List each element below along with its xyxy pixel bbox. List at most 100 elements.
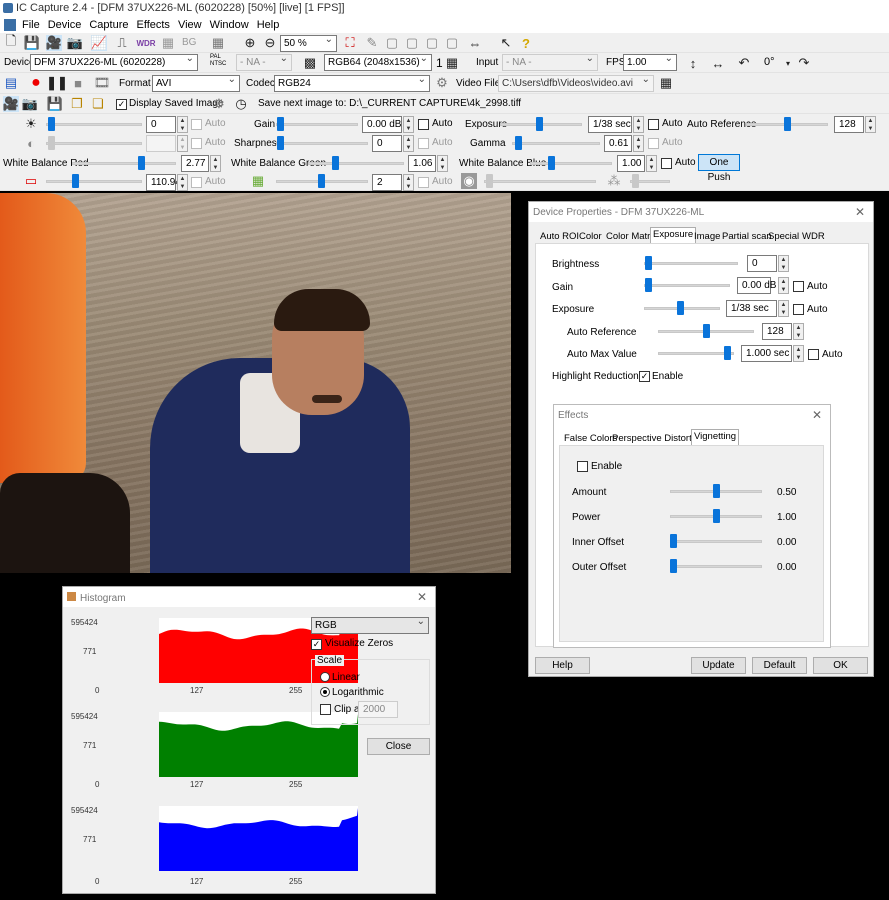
gamma-spin[interactable]: ▲ ▼ (633, 135, 644, 152)
wdr-icon[interactable]: WDR (136, 35, 155, 51)
wb-green-slider[interactable] (308, 154, 404, 172)
wb-auto-checkbox[interactable] (661, 158, 672, 169)
dp-auto-reference-slider[interactable] (658, 322, 754, 340)
histogram-close-button[interactable]: Close (367, 738, 430, 755)
dp-gain-spin[interactable]: ▲ ▼ (778, 277, 789, 294)
dp-auto-reference-spin[interactable]: ▲ ▼ (793, 323, 804, 340)
bg-label[interactable]: BG (182, 37, 196, 48)
saturation-auto-checkbox[interactable] (418, 177, 429, 188)
device-select[interactable]: DFM 37UX226-ML (6020228) (30, 54, 198, 71)
wb-red-value[interactable]: 2.77 (181, 155, 209, 172)
zoom-select[interactable]: 50 % (280, 35, 337, 52)
wb-green-value[interactable]: 1.06 (408, 155, 436, 172)
wb-blue-value[interactable]: 1.00 (617, 155, 645, 172)
live-camera-icon[interactable]: 🎥 (46, 35, 62, 51)
wb-red-spin[interactable]: ▲ ▼ (210, 155, 221, 172)
zoom-in-icon[interactable]: ⊕ (242, 35, 258, 51)
menu-file[interactable]: File (18, 19, 44, 31)
ok-button[interactable]: OK (813, 657, 868, 674)
film-settings-icon[interactable]: 🎞 (94, 75, 111, 91)
clip-value[interactable]: 2000 (358, 701, 398, 718)
gain-slider[interactable] (276, 115, 358, 133)
exposure-value[interactable]: 1/38 sec (588, 116, 632, 133)
snap-camera-icon[interactable]: 📷 (22, 96, 38, 112)
trigger-icon[interactable]: ⎍ (114, 35, 130, 51)
dp-exposure-auto-checkbox[interactable] (793, 304, 804, 315)
vignetting-row-slider[interactable] (670, 532, 762, 550)
linear-radio[interactable] (320, 672, 330, 682)
hue-spin[interactable]: ▲ ▼ (177, 174, 188, 191)
dp-exposure-spin[interactable]: ▲ ▼ (778, 300, 789, 317)
wb-green-spin[interactable]: ▲ ▼ (437, 155, 448, 172)
tab-special[interactable]: Special (765, 229, 802, 243)
sharpness-value[interactable]: 0 (372, 135, 402, 152)
auto-reference-spin[interactable]: ▲ ▼ (865, 116, 876, 133)
help-cursor-icon[interactable]: ↖ (498, 35, 514, 51)
record-icon[interactable]: ● (28, 74, 44, 91)
sharpness-spin[interactable]: ▲ ▼ (403, 135, 414, 152)
input-select[interactable]: - NA - (502, 54, 598, 71)
saturation-spin[interactable]: ▲ ▼ (403, 174, 414, 191)
dp-auto-max-spin[interactable]: ▲ ▼ (793, 345, 804, 362)
gamma-auto-checkbox[interactable] (648, 138, 659, 149)
brightness-spin[interactable]: ▲ ▼ (177, 116, 188, 133)
rotate-left-icon[interactable]: ↶ (736, 55, 752, 71)
copy-image-icon[interactable]: ❐ (69, 96, 85, 112)
menu-capture[interactable]: Capture (85, 19, 132, 31)
histogram-close-icon[interactable]: ✕ (417, 590, 427, 604)
brightness-slider[interactable] (46, 115, 142, 133)
menu-window[interactable]: Window (206, 19, 253, 31)
auto-reference-value[interactable]: 128 (834, 116, 864, 133)
codec-settings-icon[interactable]: ⚙ (434, 75, 450, 91)
wb-blue-slider[interactable] (530, 154, 612, 172)
capture-settings-icon[interactable]: ▤ (3, 75, 19, 91)
contrast-value[interactable] (146, 135, 176, 152)
dp-gain-value[interactable]: 0.00 dB (737, 277, 776, 294)
roi2-icon[interactable]: ▢ (404, 35, 420, 51)
wb-red-slider[interactable] (72, 154, 176, 172)
flip-vertical-icon[interactable]: ↕ (685, 55, 701, 71)
logarithmic-radio[interactable] (320, 687, 330, 697)
menu-effects[interactable]: Effects (133, 19, 174, 31)
browse-file-icon[interactable]: ▦ (658, 75, 674, 91)
brightness-value[interactable]: 0 (146, 116, 176, 133)
dp-brightness-slider[interactable] (644, 254, 738, 272)
video-format-select[interactable]: RGB64 (2048x1536) (324, 54, 432, 71)
rotation-dropdown-icon[interactable]: ▾ (780, 55, 796, 71)
grid-icon[interactable]: ▦ (444, 55, 460, 71)
dp-exposure-slider[interactable] (644, 299, 720, 317)
video-file-field[interactable]: C:\Users\dfb\Videos\video.avi (498, 75, 654, 92)
stop-icon[interactable]: ■ (70, 75, 86, 91)
vignetting-row-slider[interactable] (670, 507, 762, 525)
snapshot-camera-icon[interactable]: 📷 (67, 35, 83, 51)
hue-auto-checkbox[interactable] (191, 177, 202, 188)
help-button[interactable]: Help (535, 657, 590, 674)
roi4-icon[interactable]: ▢ (444, 35, 460, 51)
rotation-value[interactable]: 0° (764, 56, 775, 68)
one-push-button[interactable]: One Push (698, 154, 740, 183)
live-camera-icon-2[interactable]: 🎥 (3, 96, 19, 112)
dp-highlight-enable-checkbox[interactable]: ✓ (639, 371, 650, 382)
video-format-icon[interactable]: ▩ (302, 55, 318, 71)
gamma-slider[interactable] (512, 134, 600, 152)
dp-auto-reference-value[interactable]: 128 (762, 323, 792, 340)
dp-auto-max-auto-checkbox[interactable] (808, 349, 819, 360)
codec-select[interactable]: RGB24 (274, 75, 430, 92)
auto-reference-slider[interactable] (746, 115, 828, 133)
vignetting-enable-checkbox[interactable] (577, 461, 588, 472)
brightness-auto-checkbox[interactable] (191, 119, 202, 130)
display-saved-checkbox[interactable]: ✓ (116, 99, 127, 110)
pause-icon[interactable]: ❚❚ (46, 75, 68, 91)
update-button[interactable]: Update (691, 657, 746, 674)
move-icon[interactable]: ⇔ (467, 35, 483, 51)
dp-exposure-value[interactable]: 1/38 sec (726, 300, 777, 317)
clip-checkbox[interactable] (320, 704, 331, 715)
hue-slider[interactable] (46, 172, 142, 190)
capture-format-select[interactable]: AVI (152, 75, 240, 92)
dp-gain-slider[interactable] (644, 276, 730, 294)
rotate-right-icon[interactable]: ↷ (796, 55, 812, 71)
menu-icon[interactable] (4, 19, 16, 31)
menu-view[interactable]: View (174, 19, 206, 31)
sharpness-slider[interactable] (276, 134, 368, 152)
sequence-icon[interactable]: ❏ (90, 96, 106, 112)
